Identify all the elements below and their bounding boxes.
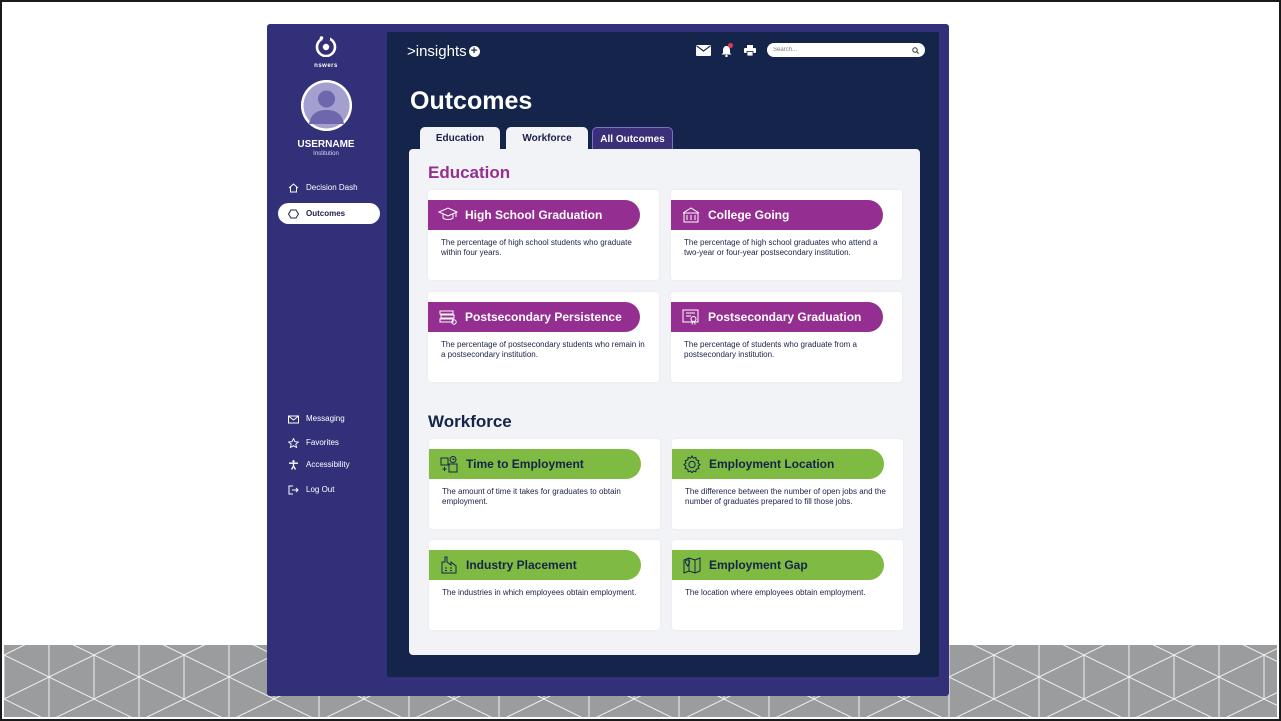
card-employment-location[interactable]: Employment Location The difference betwe…	[672, 439, 903, 529]
sidebar-item-outcomes[interactable]: Outcomes	[278, 203, 380, 224]
card-description: The percentage of postsecondary students…	[441, 340, 645, 359]
card-title: Postsecondary Graduation	[708, 310, 862, 324]
logout-icon	[287, 485, 299, 495]
card-title-pill: College Going	[671, 200, 883, 230]
sidebar-item-label: Messaging	[306, 414, 345, 423]
brand-logo[interactable]: >insights +	[407, 43, 480, 60]
card-title-pill: Industry Placement	[429, 550, 641, 580]
card-title: Time to Employment	[466, 457, 584, 471]
tab-all-outcomes[interactable]: All Outcomes	[592, 127, 673, 150]
sidebar-item-label: Log Out	[306, 485, 335, 494]
avatar[interactable]	[301, 80, 352, 131]
card-high-school-graduation[interactable]: High School Graduation The percentage of…	[428, 190, 659, 280]
search-input[interactable]	[773, 47, 903, 53]
diploma-icon	[681, 308, 701, 326]
card-title-pill: High School Graduation	[428, 200, 640, 230]
card-description: The percentage of students who graduate …	[684, 340, 857, 359]
sidebar-item-label: Decision Dash	[306, 183, 358, 192]
accessibility-icon	[287, 459, 299, 470]
sidebar-item-log-out[interactable]: Log Out	[278, 479, 380, 500]
outcomes-panel: Education High School Graduation The per…	[409, 149, 920, 655]
education-section-title: Education	[428, 163, 511, 182]
card-postsecondary-persistence[interactable]: Postsecondary Persistence The percentage…	[428, 292, 659, 382]
card-description: The amount of time it takes for graduate…	[442, 487, 621, 506]
printer-icon[interactable]	[742, 44, 757, 57]
slide-frame: nswers USERNAME Institution Decision Das…	[0, 0, 1281, 721]
user-silhouette-icon	[301, 80, 352, 131]
app-window: nswers USERNAME Institution Decision Das…	[267, 24, 949, 696]
card-description: The industries in which employees obtain…	[442, 588, 637, 597]
bell-icon[interactable]	[719, 43, 734, 57]
sidebar-item-label: Outcomes	[306, 209, 346, 218]
envelope-icon	[287, 414, 299, 424]
card-title-pill: Employment Gap	[672, 550, 884, 580]
brand-text: >insights	[407, 43, 467, 60]
school-building-icon	[681, 206, 701, 224]
top-toolbar	[696, 43, 757, 57]
card-description: The percentage of high school students w…	[441, 238, 632, 257]
sidebar: nswers USERNAME Institution Decision Das…	[267, 24, 385, 696]
institution-label: Institution	[313, 151, 339, 157]
nswers-logo-icon	[315, 36, 337, 58]
tab-workforce[interactable]: Workforce	[506, 127, 588, 150]
card-description: The difference between the number of ope…	[685, 487, 886, 506]
sidebar-item-messaging[interactable]: Messaging	[278, 408, 380, 429]
hexagon-icon	[287, 209, 299, 219]
gear-icon	[682, 455, 702, 473]
workforce-section-title: Workforce	[428, 412, 512, 431]
logo[interactable]: nswers	[313, 35, 339, 69]
card-title-pill: Employment Location	[672, 449, 884, 479]
card-title: Employment Location	[709, 457, 835, 471]
graduation-cap-icon	[438, 206, 458, 224]
search-icon[interactable]	[912, 46, 919, 54]
home-icon	[287, 182, 299, 193]
plus-circle-icon: +	[468, 46, 480, 57]
mail-icon[interactable]	[696, 44, 711, 57]
card-title-pill: Time to Employment	[429, 449, 641, 479]
card-description: The percentage of high school graduates …	[684, 238, 878, 257]
card-title: Postsecondary Persistence	[465, 310, 622, 324]
card-description: The location where employees obtain empl…	[685, 588, 866, 597]
card-postsecondary-graduation[interactable]: Postsecondary Graduation The percentage …	[671, 292, 902, 382]
sidebar-item-label: Accessibility	[306, 460, 350, 469]
search-bar[interactable]	[767, 43, 925, 57]
tab-education[interactable]: Education	[420, 127, 500, 150]
main-content: >insights + Search... Outcomes Education…	[387, 32, 939, 677]
card-title-pill: Postsecondary Persistence	[428, 302, 640, 332]
factory-icon	[439, 556, 459, 574]
card-title-pill: Postsecondary Graduation	[671, 302, 883, 332]
sidebar-item-decision-dash[interactable]: Decision Dash	[278, 177, 380, 198]
card-time-to-employment[interactable]: Time to Employment The amount of time it…	[429, 439, 660, 529]
sidebar-item-accessibility[interactable]: Accessibility	[278, 454, 380, 475]
card-title: College Going	[708, 208, 790, 222]
card-title: High School Graduation	[465, 208, 603, 222]
book-stack-icon	[438, 308, 458, 326]
map-pin-icon	[682, 556, 702, 574]
card-title: Employment Gap	[709, 558, 808, 572]
sidebar-item-label: Favorites	[306, 438, 339, 447]
notification-dot	[728, 43, 733, 48]
logo-text: nswers	[314, 63, 338, 69]
sidebar-item-favorites[interactable]: Favorites	[278, 432, 380, 453]
username: USERNAME	[297, 139, 355, 150]
star-icon	[287, 437, 299, 448]
card-employment-gap[interactable]: Employment Gap The location where employ…	[672, 540, 903, 630]
calendar-clock-icon	[439, 455, 459, 473]
card-title: Industry Placement	[466, 558, 577, 572]
card-college-going[interactable]: College Going The percentage of high sch…	[671, 190, 902, 280]
page-title: Outcomes	[410, 87, 533, 115]
card-industry-placement[interactable]: Industry Placement The industries in whi…	[429, 540, 660, 630]
